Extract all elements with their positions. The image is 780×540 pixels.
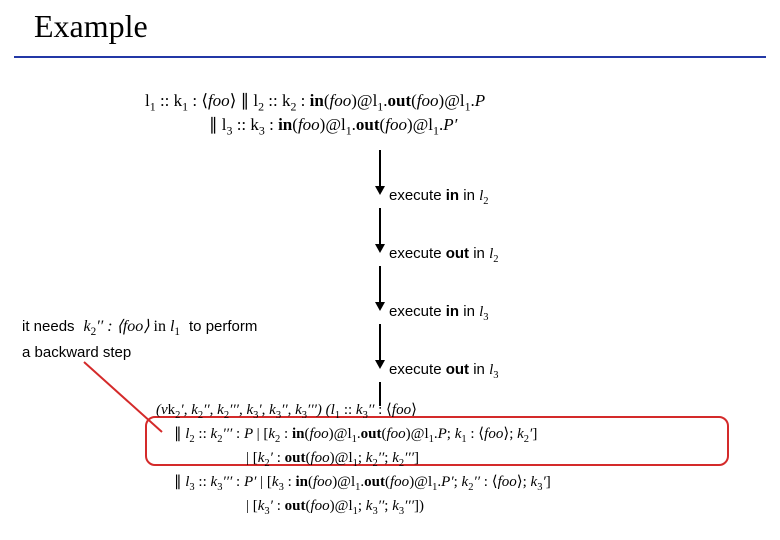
backward-step-label: a backward step — [22, 344, 131, 361]
arrow-down-icon — [375, 360, 385, 369]
step-1: execute in in l2 — [389, 187, 489, 207]
slide: Example l1 :: k1 : ⟨foo⟩ ∥ l2 :: k2 : in… — [0, 0, 780, 540]
step-4: execute out in l3 — [389, 361, 498, 381]
needs-line: it needs k2′′ : ⟨foo⟩ in l1 to perform — [22, 316, 257, 338]
result-configuration: (νk2′, k2′′, k2′′′, k3′, k3′′, k3′′′) (l… — [156, 400, 551, 520]
step-2: execute out in l2 — [389, 245, 498, 265]
step-3: execute in in l3 — [389, 303, 489, 323]
arrow-down-icon — [375, 244, 385, 253]
initial-configuration: l1 :: k1 : ⟨foo⟩ ∥ l2 :: k2 : in(foo)@l1… — [145, 90, 485, 139]
title-rule — [14, 56, 766, 58]
arrow-down-icon — [375, 302, 385, 311]
slide-title: Example — [34, 8, 148, 45]
arrow-down-icon — [375, 186, 385, 195]
